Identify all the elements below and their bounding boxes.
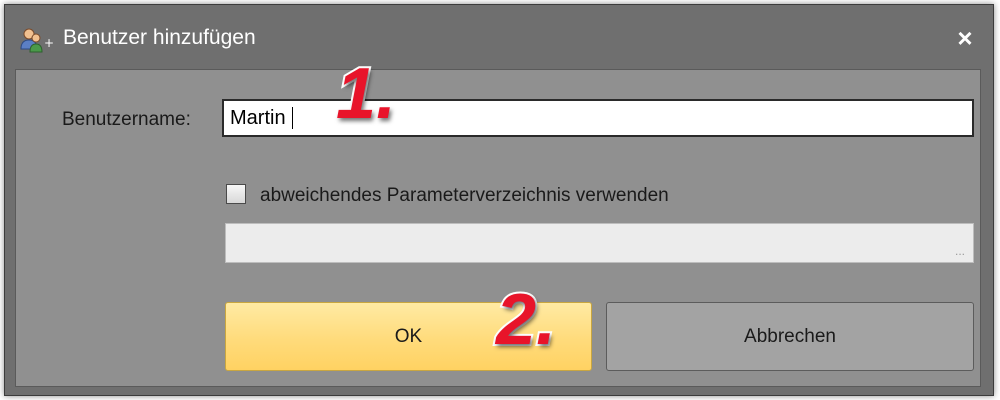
close-button[interactable]: × — [947, 20, 983, 56]
dialog-body: Benutzername: abweichendes Parameterverz… — [15, 56, 981, 387]
close-icon: × — [957, 22, 973, 53]
alt-param-dir-checkbox[interactable] — [226, 184, 246, 204]
username-input[interactable] — [222, 99, 974, 137]
alt-param-dir-label[interactable]: abweichendes Parameterverzeichnis verwen… — [260, 185, 669, 207]
add-user-dialog: + Benutzer hinzufügen × Benutzername: ab… — [4, 4, 994, 396]
users-icon: + — [19, 27, 54, 53]
username-label: Benutzername: — [62, 109, 191, 130]
window-title: Benutzer hinzufügen — [63, 26, 256, 49]
param-dir-field: ... — [225, 223, 974, 263]
cancel-button[interactable]: Abbrechen — [606, 302, 974, 371]
title-bar: + Benutzer hinzufügen × — [5, 5, 993, 69]
text-caret — [292, 107, 293, 129]
browse-button: ... — [954, 244, 965, 258]
step-2-annotation: 2. — [494, 280, 558, 360]
step-1-annotation: 1. — [334, 54, 398, 134]
svg-text:+: + — [44, 36, 53, 50]
